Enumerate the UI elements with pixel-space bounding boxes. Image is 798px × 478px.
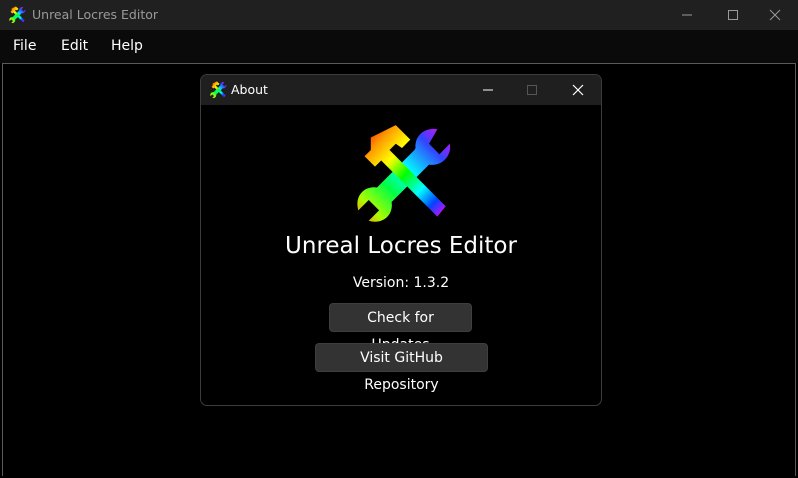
check-updates-button[interactable]: Check for Updates <box>329 303 472 353</box>
close-icon <box>572 84 584 96</box>
hammer-wrench-icon <box>9 6 26 24</box>
menu-help[interactable]: Help <box>111 30 143 63</box>
close-button[interactable] <box>752 0 798 30</box>
maximize-icon <box>728 10 738 20</box>
title-bar[interactable]: Unreal Locres Editor <box>0 0 798 30</box>
window-title: Unreal Locres Editor <box>32 7 159 22</box>
minimize-icon <box>682 14 692 16</box>
version-label: Version: 1.3.2 <box>352 275 450 291</box>
about-title: About <box>231 82 268 97</box>
about-dialog: About Unreal Locres Editor Version: 1.3.… <box>200 74 602 406</box>
close-icon <box>769 9 781 21</box>
main-window: Unreal Locres Editor File Edit Help Abou… <box>0 0 798 478</box>
menu-bar: File Edit Help <box>0 30 798 63</box>
hammer-wrench-icon <box>210 81 227 99</box>
app-name: Unreal Locres Editor <box>285 233 517 259</box>
about-title-bar[interactable]: About <box>201 75 601 105</box>
menu-edit[interactable]: Edit <box>61 30 88 63</box>
minimize-button[interactable] <box>664 0 710 30</box>
about-maximize-button[interactable] <box>509 75 555 105</box>
about-close-button[interactable] <box>555 75 601 105</box>
minimize-icon <box>483 89 493 91</box>
github-repository-button[interactable]: Visit GitHub Repository <box>315 343 488 393</box>
app-logo-icon <box>357 125 451 222</box>
maximize-button[interactable] <box>710 0 756 30</box>
maximize-icon <box>527 85 537 95</box>
menu-file[interactable]: File <box>13 30 36 63</box>
about-minimize-button[interactable] <box>465 75 511 105</box>
